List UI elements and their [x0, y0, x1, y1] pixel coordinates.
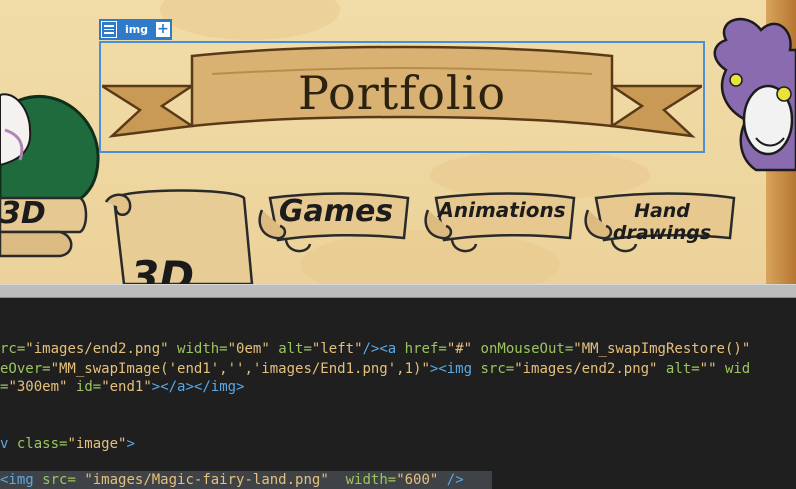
code-line-selected[interactable]: <img src= "images/Magic-fairy-land.png" … — [0, 471, 492, 489]
code-token: "left" — [311, 341, 363, 357]
code-token: "#" — [446, 341, 473, 357]
code-token: > — [126, 436, 135, 452]
nav-animations-button[interactable]: Animations — [424, 190, 580, 260]
element-tag-label[interactable]: img — [121, 23, 152, 36]
code-token: "images/end2.png" — [514, 361, 658, 377]
code-token: width= — [177, 341, 228, 357]
code-token: wid — [724, 361, 751, 377]
add-class-button[interactable]: + — [156, 22, 170, 37]
code-token: "image" — [67, 436, 127, 452]
code-token: id= — [75, 379, 102, 395]
view-splitter[interactable] — [0, 284, 796, 298]
code-token: "end1" — [101, 379, 152, 395]
design-view[interactable]: Portfolio img + 3D 3D Games Animations H… — [0, 0, 796, 284]
nav-hand-drawings-button[interactable]: Hand drawings — [584, 190, 740, 260]
element-toolbar[interactable]: img + — [99, 19, 172, 40]
code-token: "MM_swapImgRestore()" — [573, 341, 751, 357]
code-token: ></a></img> — [151, 379, 245, 395]
code-token: "0em" — [227, 341, 270, 357]
code-line-6[interactable]: v class="image"> — [0, 435, 135, 453]
nav-games-button[interactable]: Games — [258, 190, 414, 260]
code-token: alt= — [278, 341, 312, 357]
preview-label: 3D — [130, 252, 195, 284]
code-line-2[interactable]: eOver="MM_swapImage('end1','','images/En… — [0, 360, 750, 378]
selected-scroll-preview[interactable]: 3D — [104, 188, 254, 284]
element-menu-icon[interactable] — [101, 21, 117, 38]
parchment-stain — [160, 0, 340, 40]
nav-label: 3D — [0, 196, 46, 231]
code-token: onMouseOut= — [480, 341, 574, 357]
code-line-1[interactable]: rc="images/end2.png" width="0em" alt="le… — [0, 340, 750, 358]
code-line-3[interactable]: ="300em" id="end1"></a></img> — [0, 378, 244, 396]
code-token: /> — [362, 341, 380, 357]
code-token: "" — [699, 361, 717, 377]
code-token: "images/end2.png" — [25, 341, 169, 357]
element-selection-outline[interactable] — [99, 41, 705, 153]
nav-label: Hand drawings — [612, 200, 712, 244]
code-token: eOver= — [0, 361, 51, 377]
nav-3d-button[interactable]: 3D — [0, 190, 92, 260]
nav-label: Games — [278, 194, 394, 229]
code-token: <a — [379, 341, 397, 357]
code-token: "300em" — [8, 379, 68, 395]
code-token: <img — [438, 361, 473, 377]
code-view[interactable]: rc="images/end2.png" width="0em" alt="le… — [0, 298, 796, 489]
code-token: class= — [16, 436, 68, 452]
code-token: alt= — [665, 361, 700, 377]
code-token: href= — [404, 341, 447, 357]
code-token: src= — [480, 361, 515, 377]
code-token: rc= — [0, 341, 26, 357]
nav-label: Animations — [438, 198, 566, 222]
right-character-image — [713, 18, 796, 172]
code-token: "MM_swapImage('end1','','images/End1.png… — [50, 361, 430, 377]
